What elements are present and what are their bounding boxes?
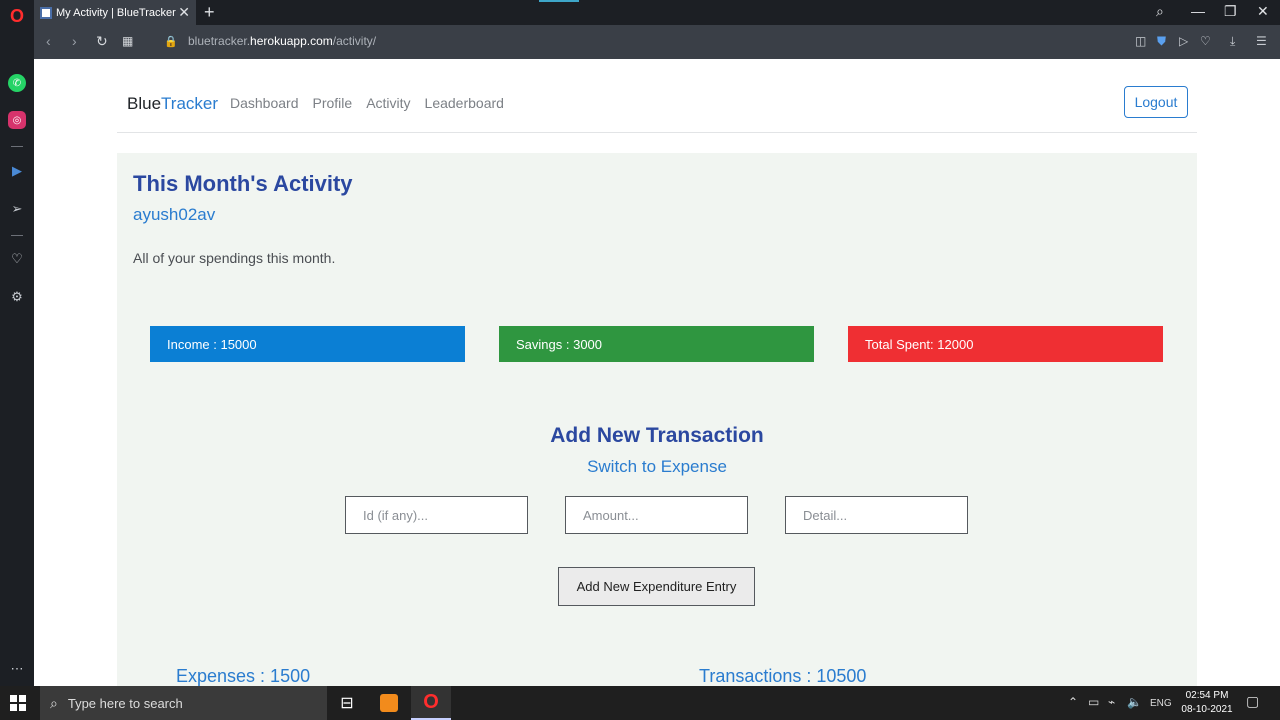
browser-sidebar: O ✆ ◎ ▶ ➢ ♡ ⚙ ⋯	[0, 0, 34, 686]
clock-date: 08-10-2021	[1181, 704, 1233, 715]
new-tab-button[interactable]: +	[204, 2, 215, 23]
tab-strip-highlight	[539, 0, 579, 2]
site-favicon-icon	[40, 6, 52, 19]
system-clock[interactable]: 02:54 PM 08-10-2021	[1176, 689, 1238, 717]
whatsapp-icon[interactable]: ✆	[8, 74, 26, 92]
url-field[interactable]: bluetracker.herokuapp.com/activity/	[188, 34, 376, 48]
tab-title: My Activity | BlueTracker	[56, 6, 176, 19]
add-transaction-heading: Add New Transaction	[550, 424, 764, 447]
browser-tab[interactable]: My Activity | BlueTracker ✕	[34, 0, 196, 25]
taskbar-search[interactable]: ⌕ Type here to search	[40, 686, 327, 720]
notifications-icon[interactable]: ▢	[1246, 693, 1259, 710]
send-icon[interactable]: ➢	[8, 200, 26, 218]
clock-time: 02:54 PM	[1185, 690, 1229, 701]
expenses-total: Expenses : 1500	[176, 666, 311, 686]
restore-icon[interactable]: ❐	[1224, 3, 1237, 20]
player-icon[interactable]: ▶	[8, 162, 26, 180]
site-navbar: BlueTracker Dashboard Profile Activity L…	[117, 59, 1197, 133]
page-description: All of your spendings this month.	[133, 250, 336, 266]
minimize-icon[interactable]: —	[1191, 3, 1205, 19]
language-indicator[interactable]: ENG	[1150, 698, 1172, 709]
instagram-icon[interactable]: ◎	[8, 111, 26, 129]
forward-icon[interactable]: ›	[72, 33, 77, 49]
nav-dashboard[interactable]: Dashboard	[230, 95, 299, 111]
reload-icon[interactable]: ↻	[96, 33, 108, 50]
back-icon[interactable]: ‹	[46, 33, 51, 49]
more-options-icon[interactable]: ⋯	[8, 660, 26, 678]
detail-input[interactable]	[785, 496, 968, 534]
lock-icon: 🔒	[164, 36, 178, 48]
sidebar-divider	[11, 235, 23, 236]
task-view-icon[interactable]: ⊟	[327, 686, 367, 720]
heart-icon[interactable]: ♡	[8, 250, 26, 268]
opera-taskbar-icon[interactable]: O	[411, 686, 451, 720]
settings-gear-icon[interactable]: ⚙	[8, 288, 26, 306]
search-icon: ⌕	[50, 694, 58, 711]
battery-icon[interactable]: ▭	[1088, 695, 1099, 709]
sublime-text-icon[interactable]	[369, 686, 409, 720]
logout-button[interactable]: Logout	[1124, 86, 1188, 118]
close-window-icon[interactable]: ✕	[1257, 3, 1269, 20]
nav-profile[interactable]: Profile	[313, 95, 353, 111]
speed-dial-icon[interactable]: ▦	[122, 34, 133, 48]
address-bar: ‹ › ↻ ▦ 🔒 bluetracker.herokuapp.com/acti…	[34, 25, 1280, 59]
transactions-total: Transactions : 10500	[699, 666, 867, 686]
page-viewport: BlueTracker Dashboard Profile Activity L…	[34, 59, 1280, 686]
savings-card: Savings : 3000	[499, 326, 814, 362]
snapshot-icon[interactable]: ◫	[1135, 34, 1146, 48]
income-card: Income : 15000	[150, 326, 465, 362]
add-expenditure-button[interactable]: Add New Expenditure Entry	[558, 567, 755, 606]
easy-setup-icon[interactable]: ☰	[1256, 34, 1267, 48]
close-tab-icon[interactable]: ✕	[178, 4, 190, 21]
opera-logo-icon[interactable]: O	[8, 6, 26, 26]
id-input[interactable]	[345, 496, 528, 534]
vpn-shield-icon[interactable]: ⛊	[1157, 34, 1166, 49]
windows-taskbar: ⌕ Type here to search ⊟ O ⌃ ▭ ⌁ 🔈 ENG 02…	[0, 686, 1280, 720]
search-tabs-icon[interactable]: ⌕	[1156, 3, 1164, 20]
windows-start-icon[interactable]	[10, 695, 26, 711]
username: ayush02av	[133, 205, 216, 224]
nav-activity[interactable]: Activity	[366, 95, 410, 111]
activity-panel: This Month's Activity ayush02av All of y…	[117, 153, 1197, 686]
switch-to-expense-link[interactable]: Switch to Expense	[117, 457, 1197, 477]
amount-input[interactable]	[565, 496, 748, 534]
volume-icon[interactable]: 🔈	[1127, 695, 1142, 709]
network-icon[interactable]: ⌁	[1108, 695, 1115, 709]
total-spent-card: Total Spent: 12000	[848, 326, 1163, 362]
taskbar-search-placeholder: Type here to search	[67, 695, 183, 711]
nav-leaderboard[interactable]: Leaderboard	[425, 95, 504, 111]
brand-logo[interactable]: BlueTracker	[127, 94, 218, 114]
bookmark-heart-icon[interactable]: ♡	[1200, 34, 1211, 48]
download-icon[interactable]: ⤓	[1230, 34, 1235, 49]
sidebar-divider	[11, 146, 23, 147]
tray-overflow-icon[interactable]: ⌃	[1068, 695, 1078, 709]
send-page-icon[interactable]: ▷	[1179, 34, 1188, 48]
page-title: This Month's Activity	[133, 171, 353, 196]
tab-strip: My Activity | BlueTracker ✕ + ⌕ — ❐ ✕	[34, 0, 1280, 25]
nav-links: Dashboard Profile Activity Leaderboard	[230, 95, 504, 111]
